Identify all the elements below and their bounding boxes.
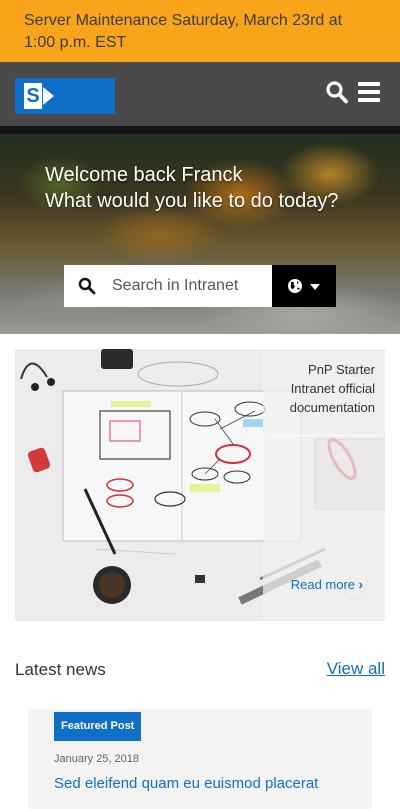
search-icon[interactable] [78,277,96,295]
hero-greeting: Welcome back Franck What would you like … [45,162,339,214]
search-input[interactable] [112,275,262,297]
news-title-link[interactable]: Sed eleifend quam eu euismod placerat [54,775,354,792]
search-button[interactable] [325,80,349,106]
hero-search-box [64,265,272,307]
view-all-link[interactable]: View all [327,659,385,679]
top-navigation-bar: S [0,62,400,126]
news-item-card[interactable]: Featured Post January 25, 2018 Sed eleif… [28,709,372,809]
maintenance-banner: Server Maintenance Saturday, March 23rd … [0,0,400,62]
header-divider [0,126,400,134]
card-title: PnP Starter Intranet official documentat… [289,362,375,415]
banner-text: Server Maintenance Saturday, March 23rd … [24,12,343,51]
featured-post-badge: Featured Post [54,712,142,741]
menu-bar [358,82,380,86]
globe-icon [288,279,302,293]
hamburger-menu-button[interactable] [358,82,380,104]
chevron-down-icon [310,284,320,290]
documentation-card[interactable]: PnP Starter Intranet official documentat… [15,349,385,621]
sharepoint-arrow-icon [43,87,54,105]
search-scope-dropdown[interactable] [272,265,336,307]
card-divider [267,435,379,436]
sharepoint-logo[interactable]: S [15,78,115,114]
latest-news-heading: Latest news [15,660,106,679]
read-more-label: Read more [290,577,356,592]
menu-bar [358,98,380,102]
menu-bar [358,90,380,94]
greeting-line-2: What would you like to do today? [45,190,339,212]
greeting-line-1: Welcome back Franck [45,164,243,186]
news-date: January 25, 2018 [54,753,140,765]
hero-section: Welcome back Franck What would you like … [0,134,400,334]
chevron-right-icon: › [358,577,363,592]
search-icon [326,81,348,104]
sharepoint-s-icon: S [24,83,42,109]
read-more-link[interactable]: Read more › [291,577,363,592]
